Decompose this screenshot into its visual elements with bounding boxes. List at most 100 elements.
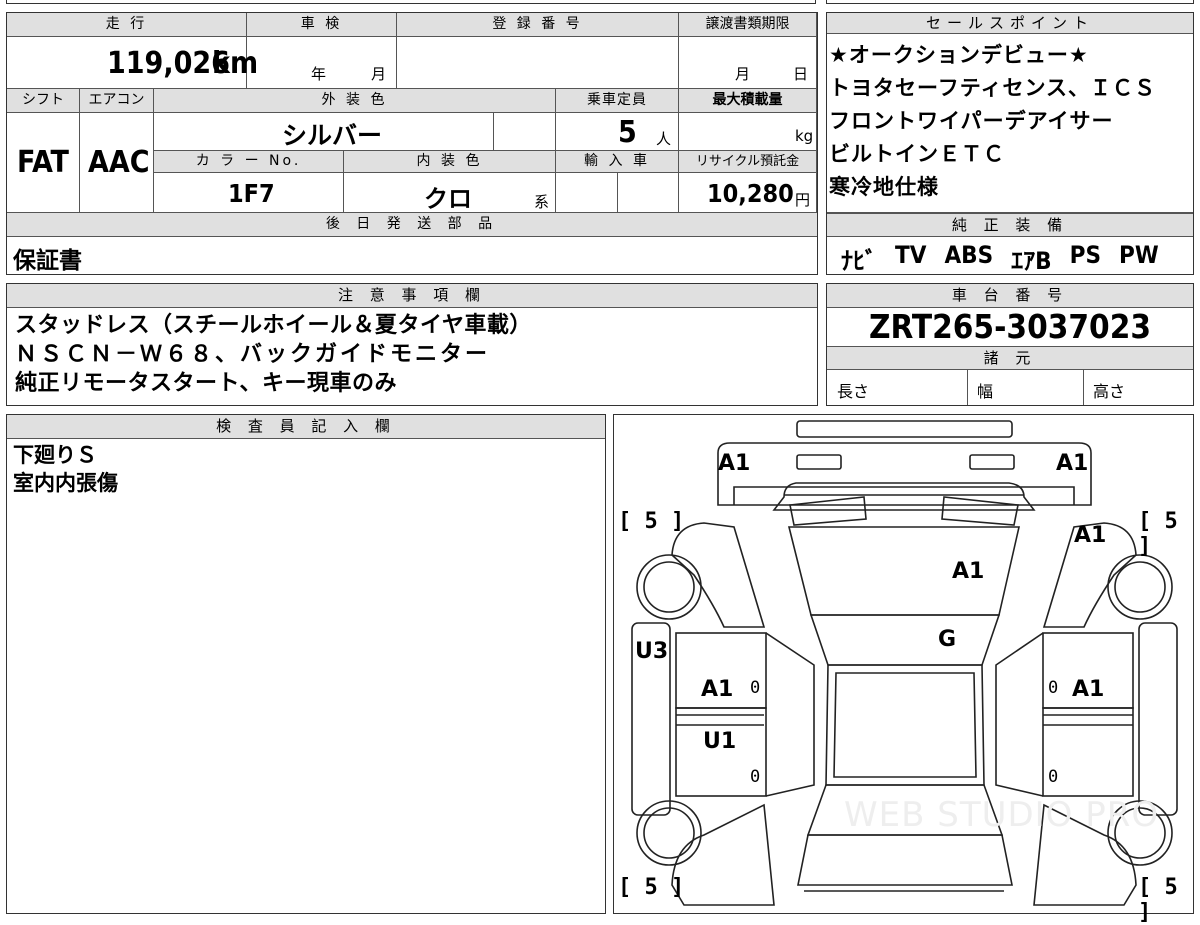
- sales-point-item: トヨタセーフティセンス、ＩＣＳ: [829, 76, 1157, 100]
- inspector-label: 検 査 員 記 入 欄: [7, 415, 605, 439]
- equipment-item: TV: [895, 241, 927, 269]
- spec-height-label: 高さ: [1093, 382, 1126, 401]
- watermark: WEB STUDIO PRO: [844, 795, 1160, 835]
- inspector-line: 室内内張傷: [13, 471, 118, 495]
- ac-label: エアコン: [80, 89, 154, 113]
- inspection-label: 車 検: [247, 13, 397, 37]
- tire-front-left: [ 5 ]: [618, 509, 685, 534]
- shift-cell: FAT: [7, 113, 80, 213]
- inspection-year: 年: [311, 65, 327, 83]
- interior-color-suffix: 系: [534, 193, 550, 211]
- transfer-deadline-cell: 月 日: [679, 37, 817, 89]
- tire-front-right-value: 5: [1164, 509, 1178, 534]
- mark-front-left: A1: [718, 451, 751, 476]
- capacity-label: 乗車定員: [556, 89, 679, 113]
- specs-label: 諸 元: [827, 346, 1193, 370]
- mark-right-fender: A1: [1074, 523, 1107, 548]
- sales-point-item: フロントワイパーデアイサー: [829, 109, 1114, 133]
- car-diagram: [631, 420, 1178, 906]
- inspector-lines: 下廻りＳ 室内内張傷: [13, 441, 118, 497]
- car-diagram-panel: A1 A1 A1 A1 G U3 A1 A1 U1 0 0 0 0 [ 5 ] …: [613, 414, 1194, 925]
- recycle-label: リサイクル預託金: [679, 151, 817, 173]
- equipment-item: PW: [1119, 241, 1159, 269]
- notes-label: 注 意 事 項 欄: [7, 284, 817, 308]
- transfer-month: 月: [735, 65, 751, 83]
- color-no-label: カ ラ ー No.: [154, 151, 344, 173]
- chassis-panel: 車 台 番 号 ZRT265-3037023 諸 元 長さ 幅 高さ: [826, 283, 1194, 406]
- notes-panel: 注 意 事 項 欄 スタッドレス（スチールホイール＆夏タイヤ車載） ＮＳＣＮ－Ｗ…: [6, 283, 818, 406]
- equipment-item: PS: [1069, 241, 1101, 269]
- sales-points-panel: セールスポイント ★オークションデビュー★ トヨタセーフティセンス、ＩＣＳ フロ…: [826, 12, 1194, 275]
- door-marker-rf: 0: [1048, 678, 1059, 698]
- exterior-color-cell: シルバー: [154, 113, 494, 151]
- mileage-label: 走 行: [7, 13, 247, 37]
- specs-row: 長さ 幅 高さ: [827, 370, 1193, 405]
- mark-right-front-door: A1: [1072, 677, 1105, 702]
- mark-left-rear-door: U1: [703, 729, 737, 754]
- equipment-list: ﾅﾋﾞ TV ABS ｴｱB PS PW: [841, 241, 1159, 276]
- door-marker-rr: 0: [1048, 767, 1059, 787]
- import-cell-a: [556, 173, 618, 213]
- inspector-line: 下廻りＳ: [13, 443, 97, 467]
- tire-front-left-value: 5: [644, 509, 658, 534]
- interior-color-cell: クロ 系: [344, 173, 556, 213]
- max-load-cell: kg: [679, 113, 817, 151]
- sales-points-list: ★オークションデビュー★ トヨタセーフティセンス、ＩＣＳ フロントワイパーデアイ…: [827, 39, 1193, 204]
- tire-rear-left-value: 5: [644, 875, 658, 900]
- color-no-value: 1F7: [228, 179, 275, 208]
- exterior-color-value: シルバー: [282, 121, 383, 150]
- tire-front-right: [ 5 ]: [1138, 509, 1178, 559]
- later-parts-cell: 保証書: [7, 237, 817, 274]
- sales-point-item: ★オークションデビュー★: [829, 43, 1089, 67]
- sales-points-label: セールスポイント: [827, 13, 1193, 34]
- recycle-unit: 円: [795, 191, 811, 209]
- later-parts-value: 保証書: [13, 248, 82, 274]
- chassis-label: 車 台 番 号: [827, 284, 1193, 308]
- exterior-color-label: 外 装 色: [154, 89, 556, 113]
- equipment-item: ﾅﾋﾞ: [841, 247, 877, 275]
- transfer-day: 日: [793, 65, 809, 83]
- ac-value: AAC: [88, 145, 150, 180]
- note-line: 純正リモータスタート、キー現車のみ: [15, 371, 398, 396]
- note-line: ＮＳＣＮ－Ｗ６８、バックガイドモニター: [15, 342, 491, 367]
- equipment-label: 純 正 装 備: [827, 213, 1193, 237]
- door-marker-lf: 0: [750, 678, 761, 698]
- shift-value: FAT: [17, 145, 69, 180]
- mark-windshield: G: [938, 627, 957, 652]
- color-no-cell: 1F7: [154, 173, 344, 213]
- equipment-item: ｴｱB: [1011, 247, 1052, 275]
- max-load-unit: kg: [795, 127, 814, 145]
- note-line: スタッドレス（スチールホイール＆夏タイヤ車載）: [15, 313, 532, 338]
- sales-point-item: 寒冷地仕様: [829, 175, 939, 199]
- shift-label: シフト: [7, 89, 80, 113]
- top-strip-right: [826, 0, 1194, 4]
- capacity-cell: 5 人: [556, 113, 679, 151]
- chassis-number: ZRT265-3037023: [868, 307, 1152, 346]
- ac-cell: AAC: [80, 113, 154, 213]
- mark-left-front-door: A1: [701, 677, 734, 702]
- interior-color-label: 内 装 色: [344, 151, 556, 173]
- capacity-unit: 人: [656, 130, 672, 148]
- registration-cell: [397, 37, 679, 89]
- door-marker-lr: 0: [750, 767, 761, 787]
- max-load-label: 最大積載量: [679, 89, 817, 113]
- inspector-panel: 検 査 員 記 入 欄 下廻りＳ 室内内張傷: [6, 414, 606, 914]
- notes-lines: スタッドレス（スチールホイール＆夏タイヤ車載） ＮＳＣＮ－Ｗ６８、バックガイドモ…: [15, 311, 532, 398]
- mark-left-sill: U3: [635, 639, 669, 664]
- interior-color-value: クロ: [424, 185, 472, 213]
- spec-width-label: 幅: [977, 382, 994, 401]
- transfer-deadline-label: 譲渡書類期限: [679, 13, 817, 37]
- spec-length-label: 長さ: [837, 382, 870, 401]
- top-strip: [6, 0, 816, 4]
- vehicle-info-table: 走 行 車 検 登 録 番 号 譲渡書類期限 119,026 km 年 月 月 …: [6, 12, 818, 275]
- mark-hood: A1: [952, 559, 985, 584]
- tire-rear-left: [ 5 ]: [618, 875, 685, 900]
- equipment-item: ABS: [944, 241, 994, 269]
- sales-point-item: ビルトインＥＴＣ: [829, 142, 1005, 166]
- inspection-cell: 年 月: [247, 37, 397, 89]
- exterior-color-extra: [494, 113, 556, 151]
- tire-rear-right: [ 5 ]: [1138, 875, 1178, 925]
- recycle-value: 10,280: [707, 179, 794, 208]
- recycle-cell: 10,280 円: [679, 173, 817, 213]
- capacity-value: 5: [618, 115, 637, 150]
